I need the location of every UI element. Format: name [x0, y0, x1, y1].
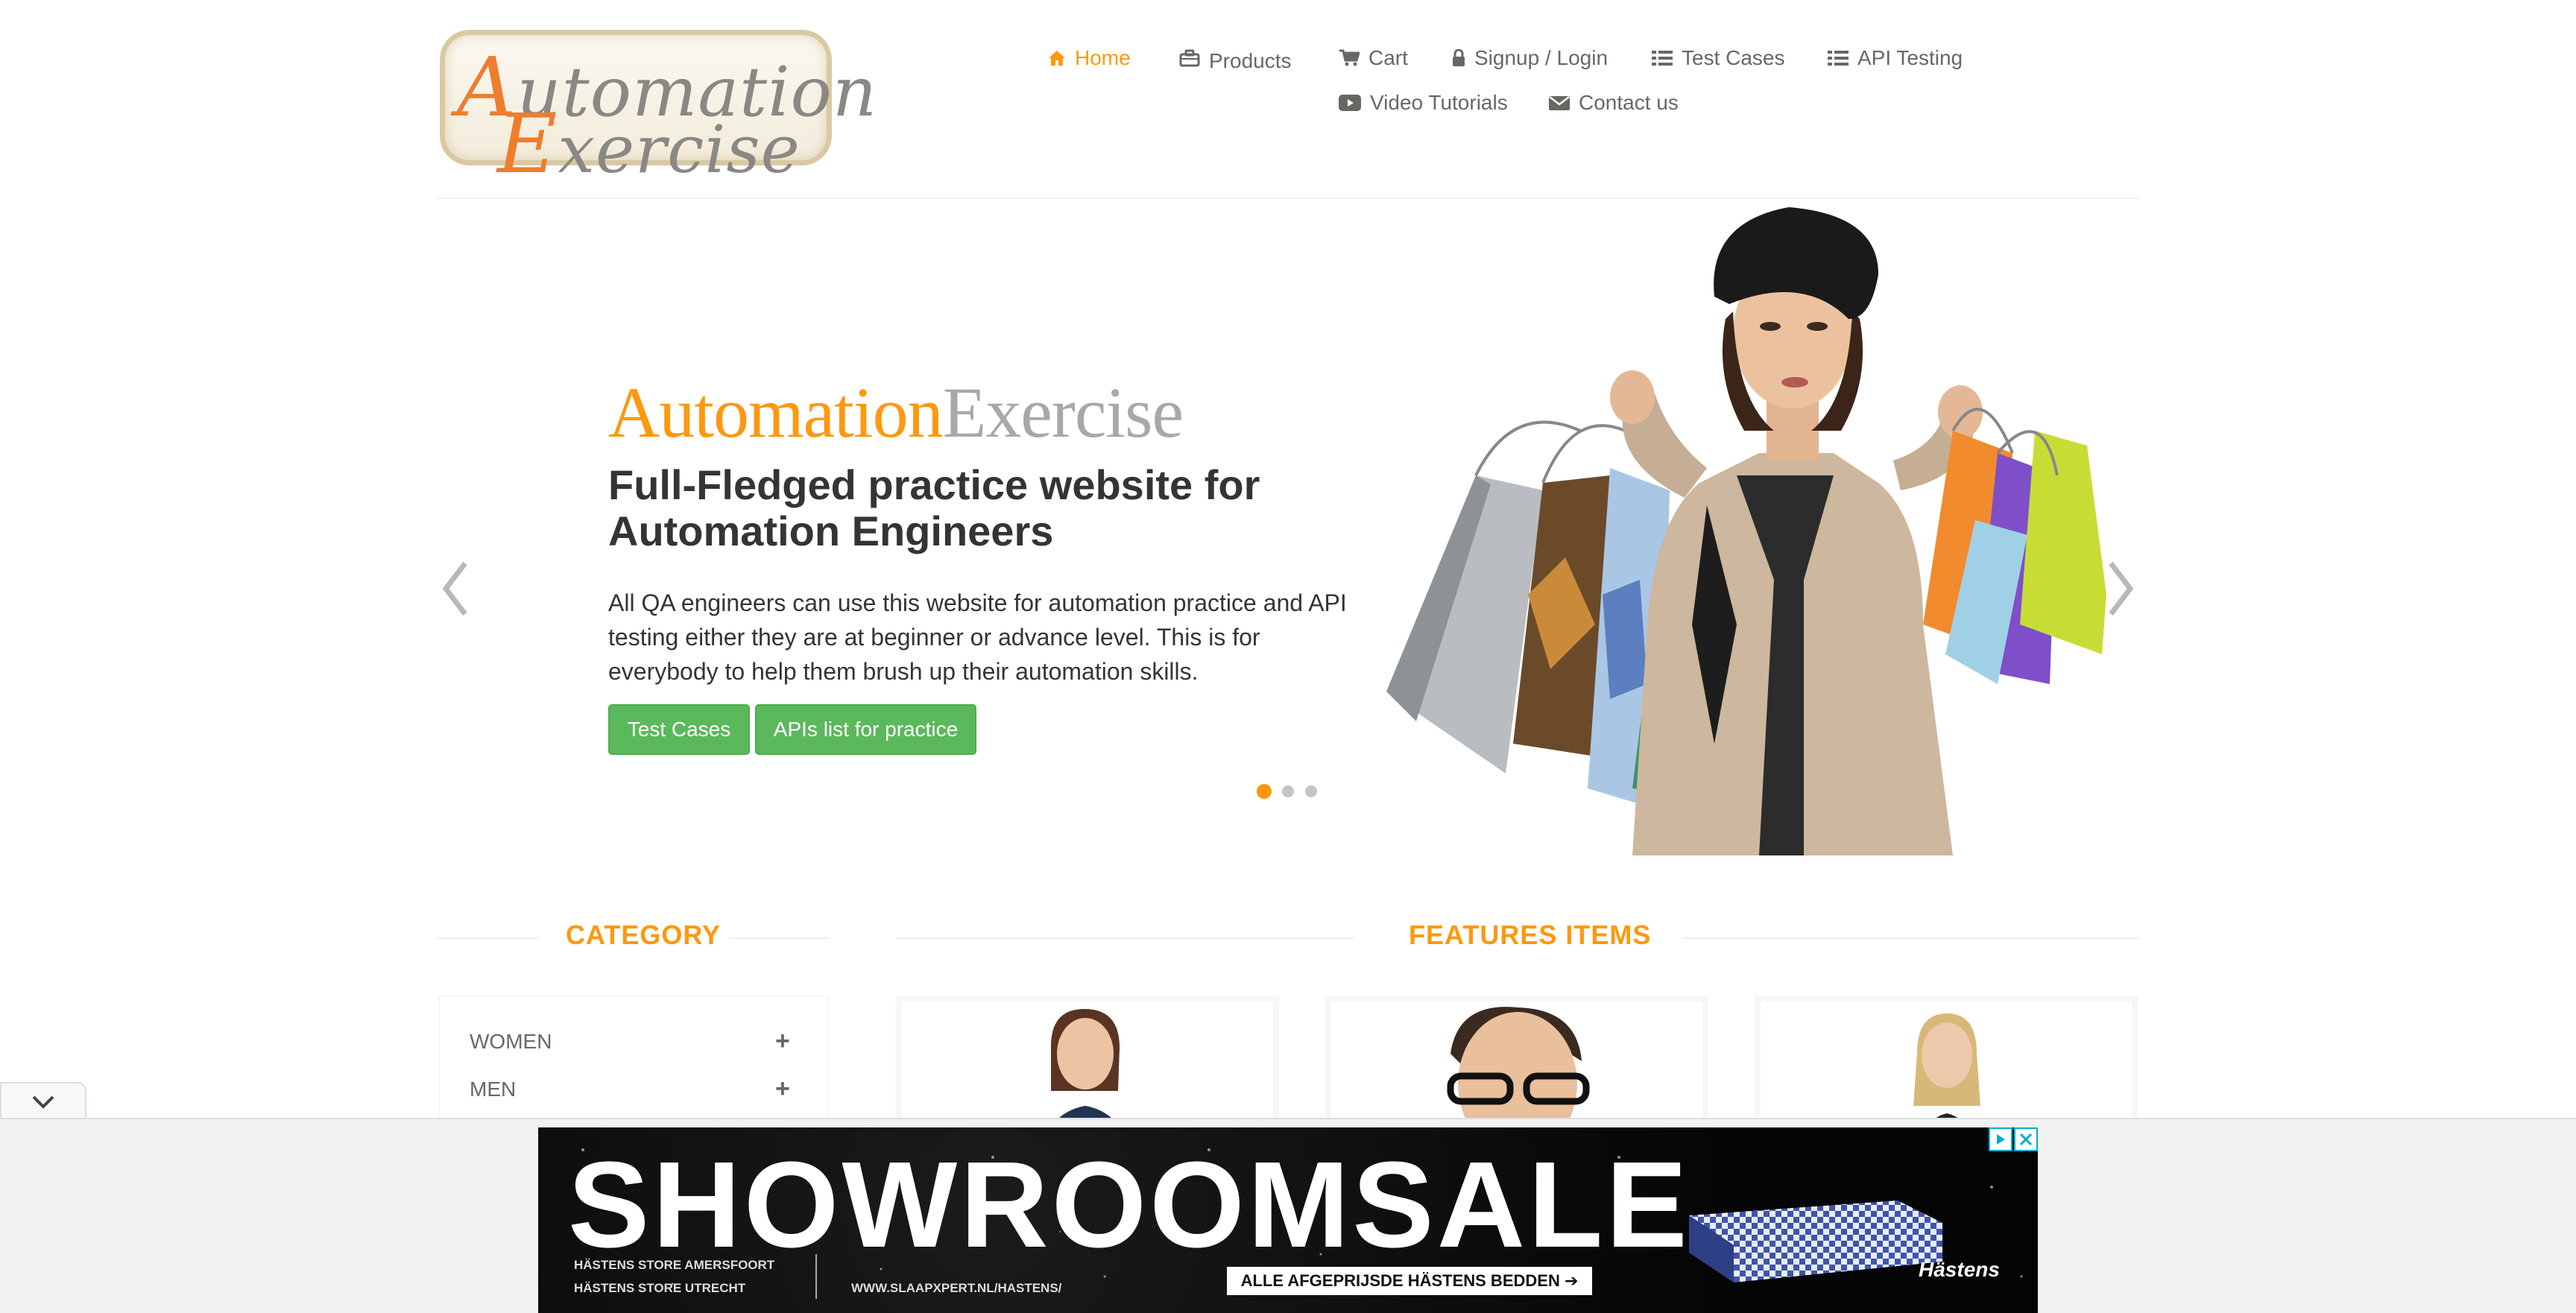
nav-products[interactable]: Products [1179, 46, 1292, 72]
features-title: FEATURES ITEMS [1409, 920, 1652, 950]
carousel-prev-icon[interactable] [437, 559, 474, 618]
nav-cart-label: Cart [1368, 46, 1408, 69]
features-line-left [896, 937, 1354, 939]
carousel-next-icon[interactable] [2102, 559, 2139, 618]
logo-cap-e: E [497, 96, 558, 192]
cart-icon [1339, 49, 1360, 66]
ad-headline-sale: SALE [1352, 1136, 1690, 1273]
nav-api-testing-label: API Testing [1857, 46, 1963, 69]
nav-test-cases[interactable]: Test Cases [1652, 46, 1785, 70]
ad-banner[interactable]: SHOWROOMSALE HÄSTENS STORE AMERSFOORT HÄ… [538, 1127, 2038, 1313]
home-icon [1049, 51, 1065, 66]
ad-close-icon[interactable] [2014, 1127, 2038, 1151]
lock-icon [1453, 49, 1465, 66]
features-line-right [1683, 937, 2139, 939]
briefcase-icon [1179, 49, 1200, 67]
category-line-left [437, 937, 538, 939]
nav-contact-us[interactable]: Contact us [1549, 91, 1679, 115]
ad-store-2: HÄSTENS STORE UTRECHT [574, 1281, 746, 1295]
ad-headline: SHOWROOMSALE [568, 1135, 1690, 1275]
ad-collapse-tab[interactable] [0, 1082, 86, 1121]
hero-brand-automation: Automation [608, 373, 944, 452]
carousel-dot-1[interactable] [1257, 784, 1272, 799]
ad-info-icon[interactable] [1989, 1127, 2012, 1151]
hero-brand: AutomationExercise [608, 371, 1184, 454]
ad-bed-image [1689, 1200, 1942, 1282]
nav-products-label: Products [1209, 49, 1292, 72]
nav-home-label: Home [1075, 46, 1131, 69]
site-logo[interactable]: Automation Exercise [440, 30, 877, 192]
category-item-women[interactable]: WOMEN [470, 1030, 552, 1054]
hero-title: Full-Fledged practice website for Automa… [608, 462, 1354, 554]
nav-home[interactable]: Home [1048, 46, 1131, 70]
hero-model-image [1386, 207, 2106, 855]
apis-list-button[interactable]: APIs list for practice [755, 704, 976, 755]
logo-text-2: xercise [558, 111, 801, 188]
plus-icon[interactable]: + [775, 1075, 790, 1104]
logo-line-2: Exercise [497, 96, 801, 192]
ad-url: WWW.SLAAPXPERT.NL/HASTENS/ [851, 1281, 1062, 1295]
nav-video-tutorials-label: Video Tutorials [1370, 91, 1508, 114]
ad-cta-button[interactable]: ALLE AFGEPRIJSDE HÄSTENS BEDDEN ➔ [1227, 1267, 1592, 1295]
ad-store-1: HÄSTENS STORE AMERSFOORT [574, 1258, 775, 1272]
list-icon [1828, 51, 1849, 66]
hero-desc-line-2: testing either they are at beginner or a… [608, 624, 1260, 651]
nav-test-cases-label: Test Cases [1682, 46, 1785, 69]
hero-desc-line-1: All QA engineers can use this website fo… [608, 589, 1347, 616]
nav-cart[interactable]: Cart [1339, 46, 1408, 70]
carousel-dot-3[interactable] [1305, 785, 1317, 797]
page: Automation Exercise Home Products Cart S… [0, 0, 2576, 1313]
category-title: CATEGORY [566, 920, 722, 950]
nav-contact-us-label: Contact us [1579, 91, 1679, 114]
nav-video-tutorials[interactable]: Video Tutorials [1339, 91, 1508, 115]
ad-headline-showroom: SHOWROOM [568, 1136, 1353, 1273]
test-cases-button[interactable]: Test Cases [608, 704, 750, 755]
list-icon [1652, 51, 1673, 66]
ad-brand-logo: Hästens [1919, 1258, 2000, 1281]
hero-desc-line-3: everybody to help them brush up their au… [608, 658, 1199, 685]
chevron-down-icon [32, 1095, 54, 1109]
hero-title-line-1: Full-Fledged practice website for [608, 461, 1260, 508]
youtube-play-icon [1339, 95, 1361, 111]
carousel-dot-2[interactable] [1282, 785, 1294, 797]
hero-description: All QA engineers can use this website fo… [608, 586, 1354, 689]
ad-divider [815, 1254, 817, 1299]
category-item-men[interactable]: MEN [470, 1078, 516, 1101]
category-line-right [729, 937, 829, 939]
hero-brand-exercise: Exercise [942, 373, 1184, 452]
nav-api-testing[interactable]: API Testing [1828, 46, 1963, 70]
envelope-icon [1549, 96, 1570, 110]
plus-icon[interactable]: + [775, 1027, 790, 1056]
nav-signup-login-label: Signup / Login [1474, 46, 1609, 69]
header-divider [437, 197, 2139, 199]
nav-signup-login[interactable]: Signup / Login [1452, 46, 1608, 70]
hero-title-line-2: Automation Engineers [608, 507, 1054, 554]
